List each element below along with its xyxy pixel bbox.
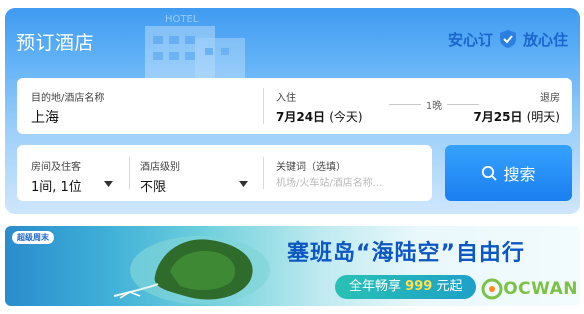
checkin-value: 7月24日 (今天)	[276, 108, 363, 125]
field-divider	[263, 88, 264, 124]
keyword-label: 关键词（选填）	[276, 162, 346, 173]
checkout-day: (明天)	[526, 110, 560, 124]
trust-badge-left: 安心订	[447, 30, 493, 49]
keyword-input[interactable]	[276, 175, 416, 191]
card-title: 预订酒店	[16, 32, 95, 54]
shield-icon	[499, 30, 516, 48]
destination-date-row: 目的地/酒店名称 上海 入住 7月24日 (今天) 1晚 退房 7月25日 (明…	[17, 78, 572, 134]
promo-pill-suffix: 元起	[436, 279, 463, 294]
hotel-level-value: 不限	[140, 180, 167, 195]
hotel-sign: HOTEL	[165, 14, 199, 25]
checkin-label: 入住	[276, 93, 296, 104]
hotel-building-illustration: HOTEL	[145, 14, 245, 78]
promo-logo: 超级周末	[12, 231, 54, 244]
search-button[interactable]: 搜索	[445, 145, 572, 201]
checkin-field[interactable]: 入住 7月24日 (今天)	[267, 78, 387, 134]
checkout-date: 7月25日	[473, 110, 523, 124]
search-button-label: 搜索	[503, 165, 536, 184]
destination-value: 上海	[31, 110, 59, 126]
destination-label: 目的地/酒店名称	[31, 93, 105, 104]
checkout-value: 7月25日 (明天)	[473, 108, 560, 125]
island-aerial-image	[113, 236, 270, 304]
hotel-level-select[interactable]: 酒店级别 不限	[129, 145, 259, 201]
checkin-date: 7月24日	[276, 110, 326, 124]
checkout-field[interactable]: 退房 7月25日 (明天)	[462, 78, 572, 134]
watermark-text: OCWAN	[503, 279, 578, 299]
caret-down-icon	[239, 181, 248, 187]
trust-badge-right: 放心住	[522, 30, 568, 49]
field-divider	[263, 157, 264, 189]
promo-price: 999	[405, 279, 433, 294]
search-icon	[482, 165, 498, 181]
caret-down-icon	[104, 181, 113, 187]
watermark-logo-icon	[481, 278, 503, 300]
promo-banner[interactable]: 超级周末 塞班岛“海陆空”自由行 全年畅享 999 元起 OCWAN	[5, 226, 580, 306]
hotel-search-card: 预订酒店 HOTEL 安心订 放心住 目的地/酒店名称 上海 入住 7月24日	[5, 8, 580, 214]
filter-row: 房间及住客 1间, 1位 酒店级别 不限 关键词（选填）	[17, 145, 432, 201]
promo-price-pill: 全年畅享 999 元起	[335, 275, 477, 299]
watermark: OCWAN	[481, 278, 578, 300]
trust-badge: 安心订 放心住	[448, 26, 568, 52]
rooms-guests-select[interactable]: 房间及住客 1间, 1位	[17, 145, 125, 201]
checkin-day: (今天)	[329, 110, 363, 124]
rooms-value: 1间, 1位	[31, 180, 82, 195]
nights-count: 1晚	[425, 100, 443, 112]
destination-field[interactable]: 目的地/酒店名称 上海	[17, 78, 262, 134]
checkout-label: 退房	[540, 93, 560, 104]
promo-pill-prefix: 全年畅享	[349, 279, 402, 294]
hotel-level-label: 酒店级别	[140, 162, 180, 173]
rooms-label: 房间及住客	[31, 162, 81, 173]
promo-headline: 塞班岛“海陆空”自由行	[287, 241, 525, 266]
